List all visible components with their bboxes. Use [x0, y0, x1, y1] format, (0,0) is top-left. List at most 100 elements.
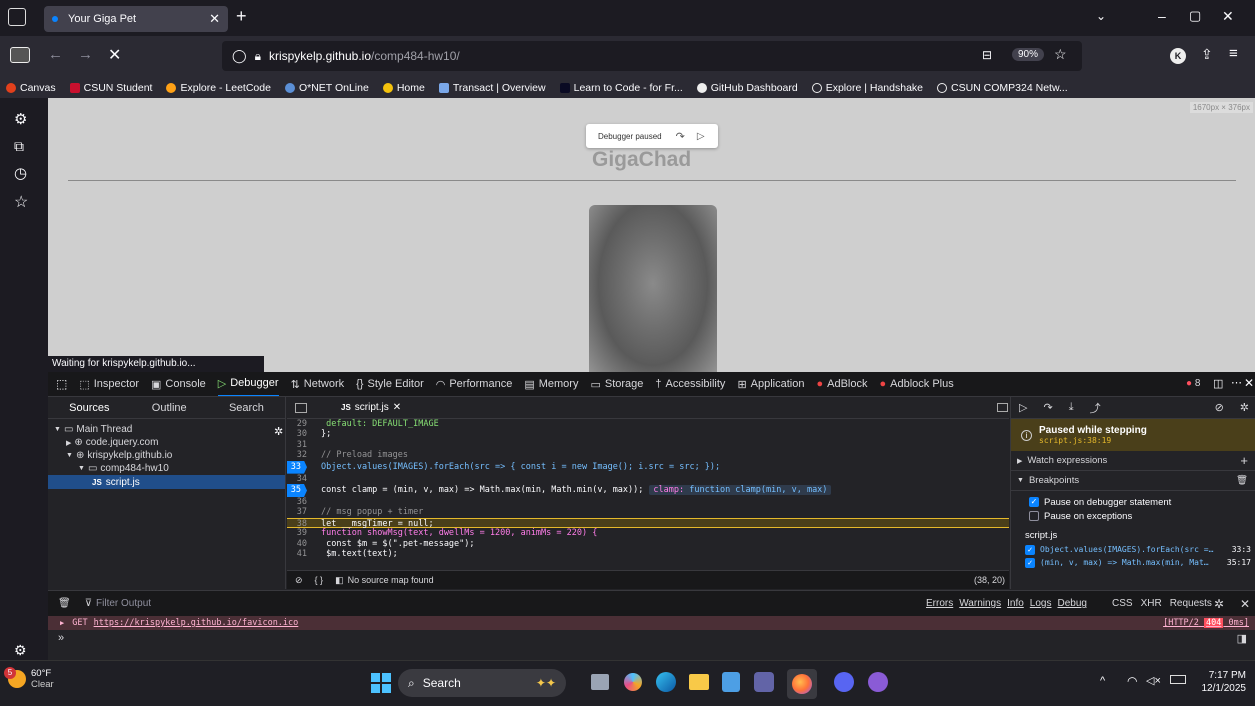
minimize-button[interactable]: –	[1158, 8, 1166, 24]
tab-adblock[interactable]: ● AdBlock	[816, 378, 867, 390]
resume-icon[interactable]: ▷	[697, 131, 705, 142]
code-line-breakpoint[interactable]: 33 Object.values(IMAGES).forEach(src => {…	[287, 460, 1009, 474]
filter-requests[interactable]: Requests	[1170, 598, 1212, 609]
filter-debug[interactable]: Debug	[1057, 598, 1086, 609]
pause-on-debugger-checkbox[interactable]: ✓ Pause on debugger statement	[1011, 495, 1255, 509]
tree-item-github[interactable]: ▼ ⊕ krispykelp.github.io	[48, 449, 285, 462]
reader-view-icon[interactable]: ⊟	[982, 48, 992, 62]
code-line[interactable]: 29 default: DEFAULT_IMAGE	[287, 419, 1009, 429]
start-button[interactable]	[371, 673, 391, 693]
filter-info[interactable]: Info	[1007, 598, 1024, 609]
shield-icon[interactable]: ◯	[232, 48, 247, 64]
close-devtools-icon[interactable]: ✕	[1244, 376, 1254, 390]
bookmark-item[interactable]: CSUN COMP324 Netw...	[937, 82, 1068, 94]
stop-loading-icon[interactable]: ✕	[108, 45, 121, 65]
filter-errors[interactable]: Errors	[926, 598, 953, 609]
code-line[interactable]: 31	[287, 440, 1009, 450]
battery-icon[interactable]	[1170, 675, 1186, 684]
step-out-icon[interactable]: ⤴	[1090, 400, 1101, 416]
list-tabs-chevron-icon[interactable]: ⌄	[1096, 9, 1106, 23]
ai-chatbot-icon[interactable]: ⚙︎	[14, 110, 27, 128]
tree-item-jquery[interactable]: ▶ ⊕ code.jquery.com	[48, 436, 285, 449]
deactivate-breakpoints-icon[interactable]: ⊘	[1215, 401, 1224, 414]
bookmark-item[interactable]: GitHub Dashboard	[696, 82, 798, 94]
breakpoint-item[interactable]: ✓ Object.values(IMAGES).forEach(src =… 33:…	[1011, 543, 1255, 556]
tab-performance[interactable]: ◠ Performance	[436, 378, 513, 391]
filter-xhr[interactable]: XHR	[1141, 598, 1162, 609]
clock[interactable]: 7:17 PM 12/1/2025	[1192, 669, 1247, 695]
taskbar-search[interactable]: ⌕ Search ✦✦	[398, 669, 566, 697]
bookmarks-icon[interactable]: ☆	[14, 192, 28, 212]
filter-warnings[interactable]: Warnings	[959, 598, 1001, 609]
forward-arrow-icon[interactable]: →	[78, 46, 93, 63]
copilot-icon[interactable]	[624, 673, 642, 691]
step-over-icon[interactable]: ↷	[1043, 401, 1052, 414]
more-options-icon[interactable]: ⋯	[1231, 376, 1242, 389]
bookmark-item[interactable]: Explore - LeetCode	[166, 82, 271, 94]
bookmark-item[interactable]: Learn to Code - for Fr...	[559, 82, 683, 94]
bookmark-item[interactable]: O*NET OnLine	[284, 82, 369, 94]
code-line[interactable]: 39 function showMsg(text, dwellMs = 1200,…	[287, 528, 1009, 538]
tab-sources[interactable]: Sources	[69, 402, 109, 414]
code-line-breakpoint[interactable]: 35 const clamp = (min, v, max) => Math.ma…	[287, 483, 1009, 497]
breakpoint-marker[interactable]: 35	[287, 483, 307, 497]
debugger-settings-icon[interactable]: ✲	[1240, 401, 1249, 414]
bookmark-item[interactable]: Transact | Overview	[438, 82, 546, 94]
tab-storage[interactable]: ▭ Storage	[590, 378, 643, 391]
code-line[interactable]: 32// Preload images	[287, 450, 1009, 460]
code-line[interactable]: 40 const $m = $(".pet-message");	[287, 539, 1009, 549]
bookmark-star-icon[interactable]: ☆	[1054, 46, 1067, 63]
close-window-button[interactable]: ✕	[1222, 8, 1234, 25]
tab-accessibility[interactable]: † Accessibility	[655, 378, 725, 390]
tray-expand-icon[interactable]: ^	[1100, 675, 1105, 687]
watch-expressions-header[interactable]: ▶ Watch expressions +	[1011, 451, 1255, 471]
tab-your-giga-pet[interactable]: Your Giga Pet ✕	[44, 6, 228, 32]
teams-icon[interactable]	[754, 672, 774, 692]
tab-application[interactable]: ⊞ Application	[737, 378, 804, 391]
clear-console-icon[interactable]: 🗑︎	[58, 598, 71, 609]
code-line[interactable]: 36	[287, 497, 1009, 507]
bookmark-item[interactable]: Canvas	[6, 82, 56, 94]
store-icon[interactable]	[722, 672, 740, 692]
bookmark-item[interactable]: CSUN Student	[69, 82, 152, 94]
app-menu-icon[interactable]: ≡	[1229, 45, 1238, 62]
tab-memory[interactable]: ▤ Memory	[524, 378, 578, 391]
tree-item-script-js[interactable]: JS script.js	[48, 475, 285, 489]
history-icon[interactable]: ◷	[14, 164, 27, 182]
maximize-button[interactable]: ▢	[1189, 8, 1201, 24]
wifi-icon[interactable]: ◠	[1127, 674, 1137, 688]
filter-output-input[interactable]: Filter Output	[96, 598, 151, 609]
tree-item-main-thread[interactable]: ▼ ▭ Main Thread	[48, 423, 285, 436]
close-editor-tab-icon[interactable]: ✕	[393, 402, 401, 413]
trash-icon[interactable]: 🗑︎	[1236, 475, 1248, 486]
discord-icon[interactable]	[834, 672, 854, 692]
weather-widget[interactable]: 5 60°F Clear	[4, 667, 54, 690]
tab-network[interactable]: ⇅ Network	[291, 378, 345, 391]
tab-console[interactable]: ▣ Console	[151, 378, 206, 391]
resume-icon[interactable]: ▷	[1019, 401, 1027, 414]
synced-tabs-icon[interactable]: ⧉	[14, 138, 24, 155]
tab-list-icon[interactable]	[8, 8, 26, 26]
url-bar[interactable]: ◯ 🔒︎ krispykelp.github.io /comp484-hw10/…	[222, 41, 1082, 71]
tree-item-folder[interactable]: ▼ ▭ comp484-hw10	[48, 462, 285, 475]
code-line[interactable]: 37// msg popup + timer	[287, 507, 1009, 517]
tab-outline[interactable]: Outline	[152, 402, 187, 414]
sidebar-settings-icon[interactable]: ⚙	[14, 642, 27, 659]
sidebar-toggle-icon[interactable]	[10, 47, 30, 63]
tab-search[interactable]: Search	[229, 402, 264, 414]
console-input[interactable]: » ◨	[48, 630, 1255, 646]
file-explorer-icon[interactable]	[689, 674, 709, 690]
volume-muted-icon[interactable]: ◁×	[1146, 674, 1161, 687]
firefox-icon[interactable]	[787, 669, 817, 699]
console-error-row[interactable]: ▶ GET https://krispykelp.github.io/favic…	[48, 616, 1255, 630]
back-arrow-icon[interactable]: ←	[48, 46, 63, 63]
tab-style-editor[interactable]: {} Style Editor	[356, 378, 424, 390]
breakpoint-marker[interactable]: 33	[287, 460, 307, 474]
log-url[interactable]: https://krispykelp.github.io/favicon.ico	[94, 618, 299, 628]
sources-settings-icon[interactable]: ✲	[274, 425, 283, 438]
share-icon[interactable]: ⇪	[1201, 46, 1213, 63]
step-in-icon[interactable]: ⤓	[1069, 401, 1074, 414]
new-tab-button[interactable]: +	[236, 6, 247, 27]
editor-tab-script[interactable]: JS script.js ✕	[341, 402, 401, 413]
close-tab-icon[interactable]: ✕	[209, 11, 220, 27]
